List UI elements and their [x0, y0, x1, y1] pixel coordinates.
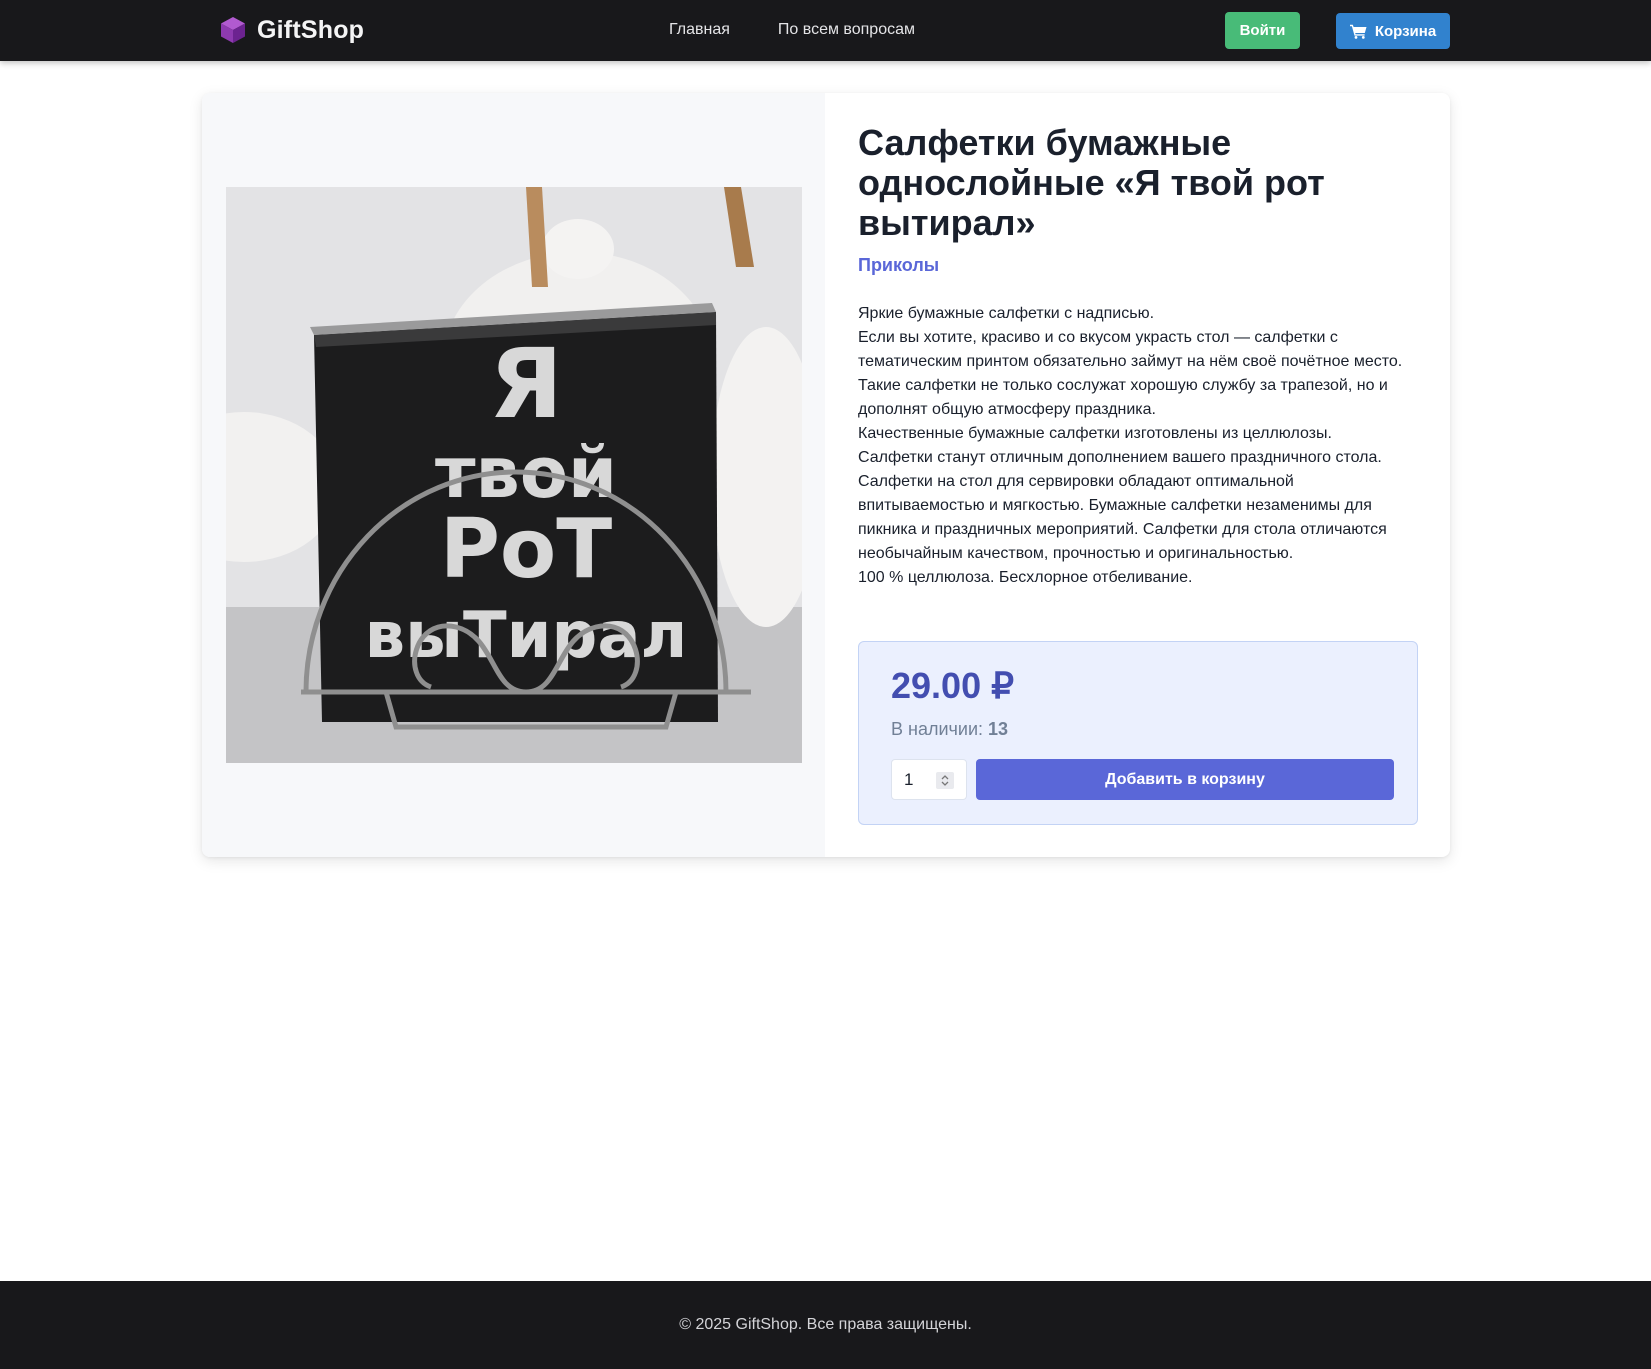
description-line: Такие салфетки не только сослужат хорошу…	[858, 377, 1388, 418]
print-line-1: Я	[489, 328, 563, 440]
product-description: Яркие бумажные салфетки с надписью. Если…	[858, 302, 1418, 590]
cube-icon	[221, 17, 245, 43]
product-info: Салфетки бумажные однослойные «Я твой ро…	[858, 123, 1418, 590]
stock-label: В наличии:	[891, 719, 984, 739]
description-line: Салфетки на стол для сервировки обладают…	[858, 473, 1387, 562]
product-category-link[interactable]: Приколы	[858, 254, 1418, 276]
description-line: 100 % целлюлоза. Бесхлорное отбеливание.	[858, 569, 1193, 586]
top-navbar: GiftShop Главная По всем вопросам Войти …	[0, 0, 1651, 61]
nav-link-faq[interactable]: По всем вопросам	[778, 20, 915, 40]
main-nav: Главная По всем вопросам	[669, 20, 915, 40]
brand-logo[interactable]: GiftShop	[218, 14, 364, 46]
add-to-cart-label: Добавить в корзину	[1105, 770, 1265, 788]
shopping-cart-icon	[1349, 24, 1367, 39]
print-line-3: РоТ	[440, 502, 612, 597]
description-line: Если вы хотите, красиво и со вкусом укра…	[858, 329, 1403, 370]
product-image[interactable]: Я твой РоТ выТирал	[226, 187, 802, 763]
copyright-text: © 2025 GiftShop. Все права защищены.	[679, 1316, 972, 1333]
nav-link-home[interactable]: Главная	[669, 20, 730, 40]
stock-status: В наличии: 13	[891, 718, 1008, 740]
description-line: Качественные бумажные салфетки изготовле…	[858, 425, 1332, 442]
login-button[interactable]: Войти	[1225, 12, 1300, 49]
product-card: Я твой РоТ выТирал Салфетки бумажные одн…	[202, 93, 1450, 857]
stock-count: 13	[988, 719, 1009, 739]
description-line: Салфетки станут отличным дополнением ваш…	[858, 449, 1382, 466]
spinner-arrows-icon[interactable]	[936, 772, 954, 789]
brand-name: GiftShop	[257, 15, 365, 44]
purchase-box: 29.00 ₽ В наличии: 13 1 Добавить в корзи…	[858, 641, 1418, 825]
description-line: Яркие бумажные салфетки с надписью.	[858, 305, 1155, 322]
add-to-cart-button[interactable]: Добавить в корзину	[976, 759, 1394, 800]
quantity-stepper[interactable]: 1	[891, 759, 967, 800]
product-media: Я твой РоТ выТирал	[202, 93, 825, 857]
product-price: 29.00 ₽	[891, 665, 1014, 706]
cart-button[interactable]: Корзина	[1336, 13, 1450, 49]
cart-button-label: Корзина	[1374, 22, 1437, 40]
product-title: Салфетки бумажные однослойные «Я твой ро…	[858, 122, 1325, 243]
login-button-label: Войти	[1239, 22, 1286, 39]
quantity-value: 1	[904, 770, 914, 789]
site-footer: © 2025 GiftShop. Все права защищены.	[0, 1281, 1651, 1369]
